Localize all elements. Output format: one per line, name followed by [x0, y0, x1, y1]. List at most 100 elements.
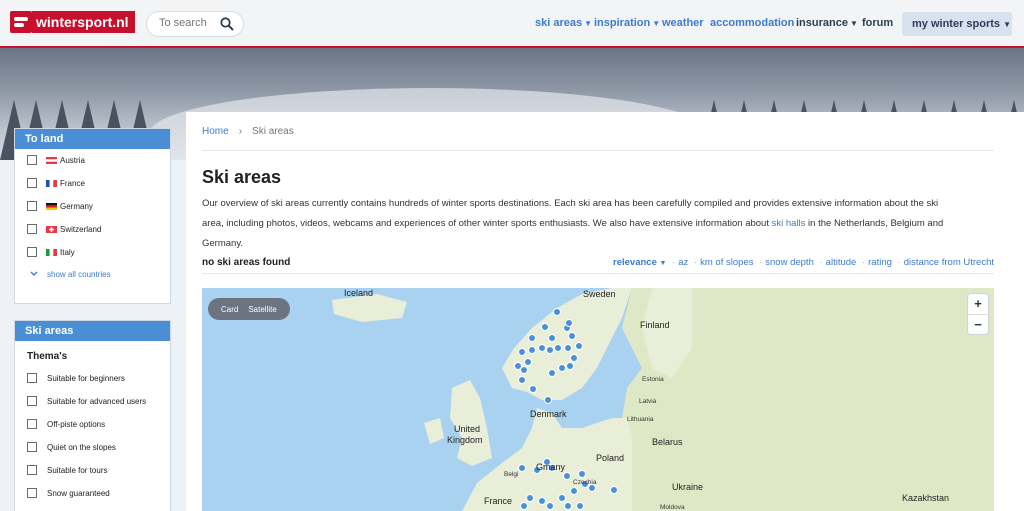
ski-halls-link[interactable]: ski halls [772, 218, 806, 229]
chevron-down-icon: ▼ [652, 19, 661, 28]
checkbox[interactable] [27, 155, 37, 165]
ski-areas-filter-panel: Ski areas Thema's Suitable for beginners… [14, 320, 171, 511]
chevron-down-icon: ▼ [659, 260, 667, 267]
checkbox[interactable] [27, 247, 37, 257]
country-filter-italy[interactable]: Italy [15, 241, 170, 264]
chevron-down-icon: ▼ [849, 19, 858, 28]
italy-flag-icon [46, 249, 57, 256]
country-label: Germany [60, 202, 93, 211]
show-all-countries-link[interactable]: show all countries [47, 270, 111, 279]
country-filter-austria[interactable]: Austria [15, 149, 170, 172]
nav-forum[interactable]: forum [862, 17, 893, 29]
sort-snow-depth[interactable]: snow depth [765, 257, 814, 268]
map-label-estonia: Estonia [642, 376, 664, 383]
map-type-toggle[interactable]: Card Satellite [208, 298, 290, 320]
nav-insurance[interactable]: insurance ▼ [796, 17, 858, 29]
map-label-lithuania: Lithuania [627, 416, 654, 423]
map-label-ukraine: Ukraine [672, 482, 704, 492]
france-flag-icon [46, 180, 57, 187]
austria-flag-icon [46, 157, 57, 164]
main-content: Home › Ski areas Ski areas Our overview of… [186, 112, 1024, 511]
sort-relevance[interactable]: relevance [613, 257, 657, 268]
germany-flag-icon [46, 203, 57, 210]
divider [202, 150, 994, 151]
logo-icon [10, 11, 32, 33]
chevron-right-icon: › [238, 126, 243, 137]
my-winter-sports-button[interactable]: my winter sports ▼ [902, 12, 1012, 36]
theme-filter-tours[interactable]: Suitable for tours [15, 459, 170, 482]
zoom-out-button[interactable]: − [968, 314, 988, 334]
nav-ski-areas-label: ski areas [535, 17, 583, 29]
map-label-kingdom: Kingdom [447, 435, 483, 445]
map-label-iceland: Iceland [344, 288, 374, 298]
checkbox[interactable] [27, 396, 37, 406]
page-title: Ski areas [202, 167, 282, 187]
checkbox[interactable] [27, 224, 37, 234]
map-label-denmark: Denmark [530, 409, 567, 419]
country-filter-france[interactable]: France [15, 172, 170, 195]
nav-accommodation[interactable]: accommodation [710, 17, 794, 29]
sort-az[interactable]: az [678, 257, 688, 268]
checkbox[interactable] [27, 442, 37, 452]
sort-km-of-slopes[interactable]: km of slopes [700, 257, 753, 268]
nav-inspiration[interactable]: inspiration ▼ [594, 17, 660, 29]
country-label: Italy [60, 248, 75, 257]
separator: · [861, 257, 866, 268]
sort-altitude[interactable]: altitude [826, 257, 857, 268]
checkbox[interactable] [27, 373, 37, 383]
sort-options: relevance ▼ · az · km of slopes · snow dept… [613, 257, 994, 268]
country-filter-germany[interactable]: Germany [15, 195, 170, 218]
nav-insurance-label: insurance [796, 17, 848, 29]
theme-filter-beginners[interactable]: Suitable for beginners [15, 367, 170, 390]
checkbox[interactable] [27, 178, 37, 188]
map-type-satellite[interactable]: Satellite [248, 305, 276, 314]
search-icon[interactable] [220, 17, 234, 31]
nav-inspiration-label: inspiration [594, 17, 651, 29]
map-type-card[interactable]: Card [221, 305, 238, 314]
theme-label: Suitable for beginners [47, 374, 125, 383]
country-label: Switzerland [60, 225, 102, 234]
separator: · [897, 257, 901, 268]
separator: · [819, 257, 823, 268]
nav-ski-areas[interactable]: ski areas ▼ [535, 17, 592, 29]
theme-label: Snow guaranteed [47, 489, 110, 498]
map-label-sweden: Sweden [583, 289, 616, 299]
sort-rating[interactable]: rating [868, 257, 892, 268]
breadcrumb-home[interactable]: Home [202, 126, 229, 137]
search-box[interactable] [146, 11, 244, 37]
ski-areas-filter-title: Ski areas [15, 321, 170, 341]
theme-filter-quiet[interactable]: Quiet on the slopes [15, 436, 170, 459]
map-label-latvia: Latvia [639, 398, 657, 405]
logo-text: wintersport.nl [32, 11, 135, 33]
country-filter-title: To land [15, 129, 170, 149]
theme-label: Off-piste options [47, 420, 106, 429]
search-input[interactable] [159, 17, 223, 29]
checkbox[interactable] [27, 201, 37, 211]
theme-filter-advanced[interactable]: Suitable for advanced users [15, 390, 170, 413]
theme-label: Suitable for advanced users [47, 397, 147, 406]
separator: · [693, 257, 698, 268]
theme-filter-snow-guaranteed[interactable]: Snow guaranteed [15, 482, 170, 505]
separator: · [759, 257, 763, 268]
sort-distance[interactable]: distance from Utrecht [904, 257, 994, 268]
show-all-countries[interactable]: show all countries [15, 264, 170, 287]
zoom-controls: + − [968, 294, 988, 334]
map-label-kazakhstan: Kazakhstan [902, 493, 950, 503]
divider [202, 273, 994, 274]
map-canvas[interactable] [202, 288, 994, 511]
ski-areas-map[interactable]: Card Satellite + − Iceland Sweden Finlan… [202, 288, 994, 511]
checkbox[interactable] [27, 419, 37, 429]
separator: · [672, 257, 676, 268]
country-label: France [60, 179, 85, 188]
site-header: wintersport.nl ski areas▼ inspiration▼ w… [0, 0, 1024, 48]
checkbox[interactable] [27, 488, 37, 498]
checkbox[interactable] [27, 465, 37, 475]
theme-filter-off-piste[interactable]: Off-piste options [15, 413, 170, 436]
zoom-in-button[interactable]: + [968, 294, 988, 314]
breadcrumb: Home › Ski areas [202, 126, 294, 137]
nav-weather[interactable]: weather [662, 17, 704, 29]
map-label-germany: Gmany [536, 462, 566, 472]
country-filter-switzerland[interactable]: Switzerland [15, 218, 170, 241]
map-label-moldova: Moldova [660, 504, 685, 511]
site-logo[interactable]: wintersport.nl [10, 9, 135, 35]
